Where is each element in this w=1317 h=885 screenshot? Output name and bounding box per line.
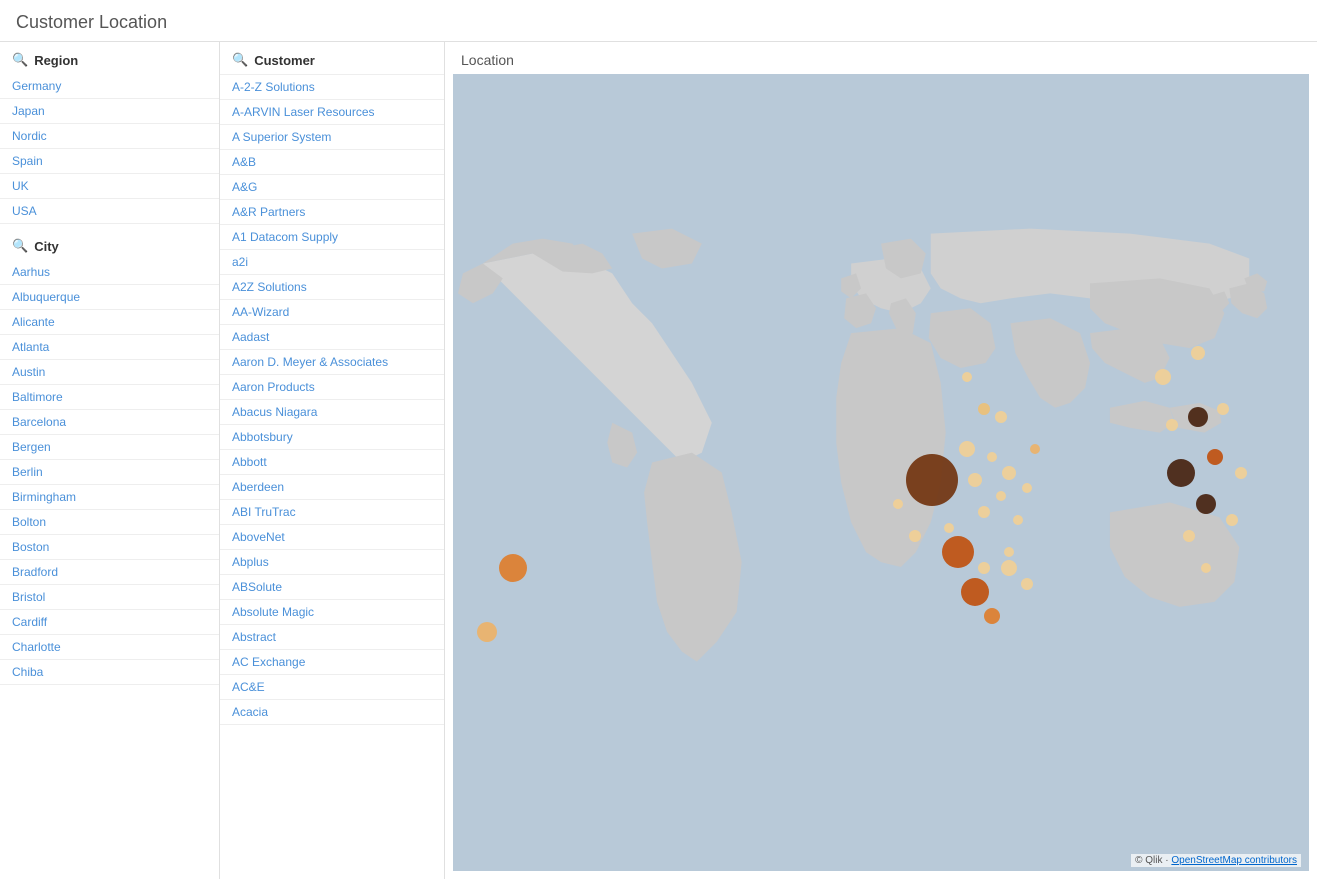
customer-item[interactable]: Aaron D. Meyer & Associates: [220, 350, 444, 375]
customer-item[interactable]: A2Z Solutions: [220, 275, 444, 300]
openstreetmap-link[interactable]: OpenStreetMap contributors: [1171, 855, 1297, 866]
customer-item[interactable]: Absolute Magic: [220, 600, 444, 625]
customer-item[interactable]: AC Exchange: [220, 650, 444, 675]
region-item[interactable]: Japan: [0, 99, 219, 124]
customer-item[interactable]: Abbott: [220, 450, 444, 475]
city-list: AarhusAlbuquerqueAlicanteAtlantaAustinBa…: [0, 260, 219, 685]
customer-item[interactable]: AA-Wizard: [220, 300, 444, 325]
middle-panel: 🔍 Customer A-2-Z SolutionsA-ARVIN Laser …: [220, 42, 445, 879]
city-search-icon[interactable]: 🔍: [12, 238, 28, 254]
city-item[interactable]: Cardiff: [0, 610, 219, 635]
customer-item[interactable]: A-2-Z Solutions: [220, 75, 444, 100]
customer-search-icon[interactable]: 🔍: [232, 52, 248, 68]
city-item[interactable]: Boston: [0, 535, 219, 560]
customer-item[interactable]: a2i: [220, 250, 444, 275]
customer-item[interactable]: A1 Datacom Supply: [220, 225, 444, 250]
map-title: Location: [445, 42, 1317, 74]
customer-item[interactable]: Aberdeen: [220, 475, 444, 500]
city-item[interactable]: Alicante: [0, 310, 219, 335]
city-item[interactable]: Birmingham: [0, 485, 219, 510]
city-item[interactable]: Atlanta: [0, 335, 219, 360]
region-search-icon[interactable]: 🔍: [12, 52, 28, 68]
city-item[interactable]: Austin: [0, 360, 219, 385]
region-label: Region: [34, 53, 78, 68]
customer-section-header: 🔍 Customer: [220, 42, 444, 75]
city-item[interactable]: Charlotte: [0, 635, 219, 660]
city-section-header: 🔍 City: [0, 228, 219, 260]
city-item[interactable]: Chiba: [0, 660, 219, 685]
region-item[interactable]: Germany: [0, 74, 219, 99]
region-item[interactable]: Nordic: [0, 124, 219, 149]
city-item[interactable]: Albuquerque: [0, 285, 219, 310]
customer-item[interactable]: A&R Partners: [220, 200, 444, 225]
city-item[interactable]: Berlin: [0, 460, 219, 485]
city-item[interactable]: Baltimore: [0, 385, 219, 410]
customer-item[interactable]: A&B: [220, 150, 444, 175]
city-item[interactable]: Bolton: [0, 510, 219, 535]
customer-item[interactable]: Abbotsbury: [220, 425, 444, 450]
page-title: Customer Location: [0, 0, 1317, 42]
city-item[interactable]: Bradford: [0, 560, 219, 585]
customer-item[interactable]: Abplus: [220, 550, 444, 575]
customer-item[interactable]: AC&E: [220, 675, 444, 700]
city-item[interactable]: Bergen: [0, 435, 219, 460]
city-label: City: [34, 239, 59, 254]
customer-label: Customer: [254, 53, 315, 68]
map-container[interactable]: © Qlik · OpenStreetMap contributors: [453, 74, 1309, 871]
region-item[interactable]: USA: [0, 199, 219, 224]
region-list: GermanyJapanNordicSpainUKUSA: [0, 74, 219, 224]
customer-item[interactable]: Abstract: [220, 625, 444, 650]
customer-item[interactable]: ABSolute: [220, 575, 444, 600]
customer-item[interactable]: A&G: [220, 175, 444, 200]
city-item[interactable]: Barcelona: [0, 410, 219, 435]
map-attribution: © Qlik · OpenStreetMap contributors: [1131, 854, 1301, 867]
right-panel: Location: [445, 42, 1317, 879]
customer-item[interactable]: ABI TruTrac: [220, 500, 444, 525]
city-item[interactable]: Aarhus: [0, 260, 219, 285]
world-map-svg: [453, 74, 1309, 871]
customer-list: A-2-Z SolutionsA-ARVIN Laser ResourcesA …: [220, 75, 444, 725]
customer-item[interactable]: AboveNet: [220, 525, 444, 550]
region-section-header: 🔍 Region: [0, 42, 219, 74]
region-item[interactable]: Spain: [0, 149, 219, 174]
city-item[interactable]: Bristol: [0, 585, 219, 610]
customer-item[interactable]: A-ARVIN Laser Resources: [220, 100, 444, 125]
customer-item[interactable]: Aadast: [220, 325, 444, 350]
customer-item[interactable]: Acacia: [220, 700, 444, 725]
customer-item[interactable]: A Superior System: [220, 125, 444, 150]
region-item[interactable]: UK: [0, 174, 219, 199]
customer-item[interactable]: Aaron Products: [220, 375, 444, 400]
left-panel: 🔍 Region GermanyJapanNordicSpainUKUSA 🔍 …: [0, 42, 220, 879]
customer-item[interactable]: Abacus Niagara: [220, 400, 444, 425]
